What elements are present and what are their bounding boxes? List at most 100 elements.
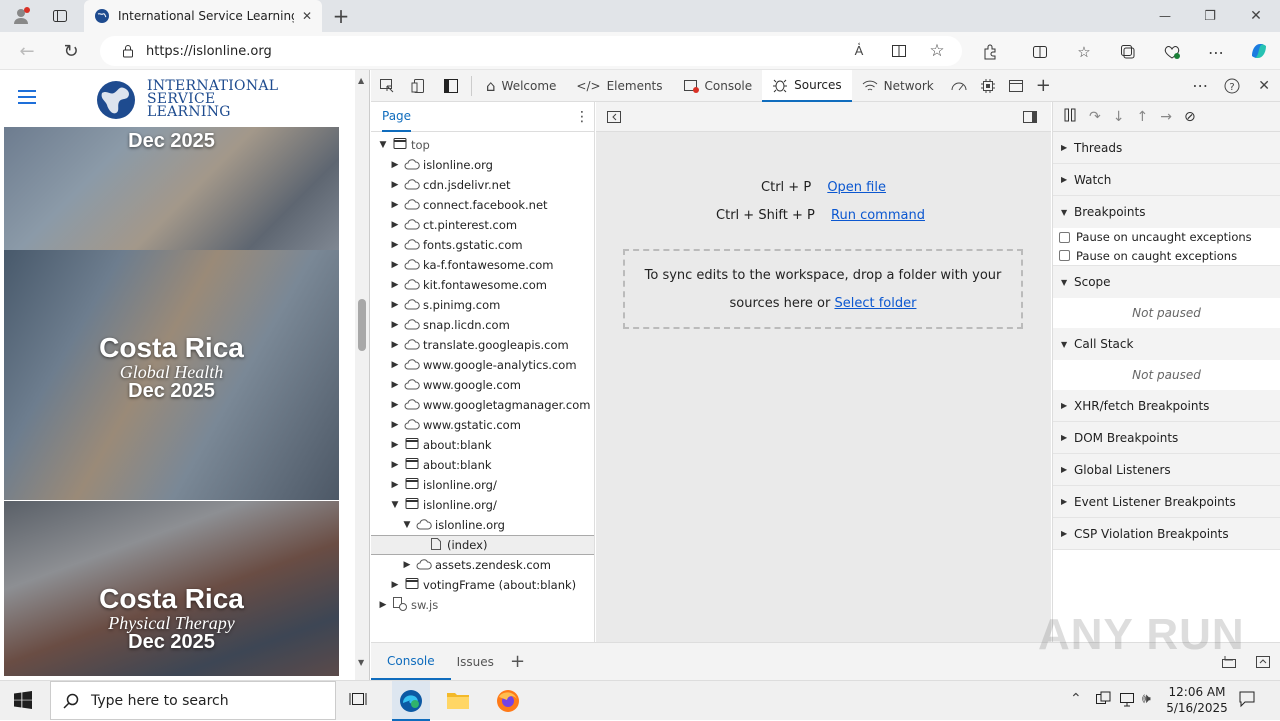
- section-threads[interactable]: ▶ Threads: [1053, 132, 1280, 164]
- inspect-element-icon[interactable]: [371, 70, 403, 102]
- volume-tray-icon[interactable]: 🕪: [1142, 691, 1151, 707]
- notifications-icon[interactable]: [1238, 690, 1256, 708]
- tree-item[interactable]: ▶ www.google.com: [371, 375, 594, 395]
- toggle-navigator-icon[interactable]: [606, 110, 622, 124]
- open-file-link[interactable]: Open file: [827, 180, 886, 195]
- expand-arrow-icon[interactable]: ▶: [389, 440, 401, 450]
- section-dom-breakpoints[interactable]: ▶ DOM Breakpoints: [1053, 422, 1280, 454]
- minimize-button[interactable]: —: [1155, 6, 1175, 26]
- tab-console[interactable]: Console: [673, 70, 763, 102]
- tree-item[interactable]: ▶ votingFrame (about:blank): [371, 575, 594, 595]
- checkbox-icon[interactable]: [1059, 250, 1070, 261]
- performance-icon[interactable]: [944, 70, 974, 102]
- expand-arrow-icon[interactable]: ▶: [389, 280, 401, 290]
- expand-arrow-icon[interactable]: ▶: [389, 220, 401, 230]
- tree-item[interactable]: ▶ www.google-analytics.com: [371, 355, 594, 375]
- step-over-icon[interactable]: ↷: [1089, 109, 1101, 125]
- help-icon[interactable]: ?: [1216, 70, 1248, 102]
- tree-item[interactable]: ▶ snap.licdn.com: [371, 315, 594, 335]
- tree-item[interactable]: ▶ s.pinimg.com: [371, 295, 594, 315]
- expand-arrow-icon[interactable]: ▶: [389, 300, 401, 310]
- page-scrollbar[interactable]: ▲ ▼: [355, 70, 369, 680]
- collapse-arrow-icon[interactable]: ▼: [377, 140, 389, 150]
- section-breakpoints[interactable]: ▼ Breakpoints: [1053, 196, 1280, 228]
- firefox-icon[interactable]: [496, 689, 520, 716]
- favorites-icon[interactable]: ☆: [1072, 40, 1096, 64]
- tree-item[interactable]: (index): [371, 535, 594, 555]
- section-xhr-breakpoints[interactable]: ▶ XHR/fetch Breakpoints: [1053, 390, 1280, 422]
- show-hidden-icons-chevron-icon[interactable]: ⌃: [1070, 691, 1082, 707]
- tree-item[interactable]: ▶ cdn.jsdelivr.net: [371, 175, 594, 195]
- more-tools-plus-icon[interactable]: +: [1030, 70, 1057, 102]
- close-tab-icon[interactable]: ✕: [302, 9, 312, 23]
- url-text[interactable]: https://islonline.org: [146, 44, 272, 59]
- collapse-arrow-icon[interactable]: ▼: [389, 500, 401, 510]
- tree-item[interactable]: ▶ ka-f.fontawesome.com: [371, 255, 594, 275]
- scrollbar-thumb[interactable]: [358, 299, 366, 351]
- tree-item[interactable]: ▶ sw.js: [371, 595, 594, 615]
- tree-item[interactable]: ▼ top: [371, 135, 594, 155]
- profile-avatar-icon[interactable]: [10, 6, 32, 26]
- expand-arrow-icon[interactable]: ▶: [389, 400, 401, 410]
- tree-item[interactable]: ▶ www.gstatic.com: [371, 415, 594, 435]
- section-event-listener-breakpoints[interactable]: ▶ Event Listener Breakpoints: [1053, 486, 1280, 518]
- pause-uncaught-checkbox[interactable]: Pause on uncaught exceptions: [1053, 228, 1280, 246]
- back-arrow-icon[interactable]: ←: [16, 40, 38, 62]
- memory-icon[interactable]: [974, 70, 1002, 102]
- taskbar-clock[interactable]: 12:06 AM 5/16/2025: [1162, 684, 1232, 716]
- run-command-link[interactable]: Run command: [831, 208, 925, 223]
- tab-actions-icon[interactable]: [50, 6, 70, 26]
- refresh-icon[interactable]: ↻: [60, 40, 82, 62]
- tree-item[interactable]: ▼ islonline.org: [371, 515, 594, 535]
- pause-caught-checkbox[interactable]: Pause on caught exceptions: [1053, 246, 1280, 266]
- maximize-button[interactable]: ❐: [1200, 6, 1220, 26]
- devtools-menu-icon[interactable]: ⋯: [1184, 70, 1216, 102]
- expand-arrow-icon[interactable]: ▶: [389, 180, 401, 190]
- read-aloud-icon[interactable]: A᷾: [848, 41, 870, 61]
- collapse-arrow-icon[interactable]: ▼: [401, 520, 413, 530]
- expand-arrow-icon[interactable]: ▶: [389, 460, 401, 470]
- section-global-listeners[interactable]: ▶ Global Listeners: [1053, 454, 1280, 486]
- active-browser-tab[interactable]: International Service Learning ✕: [84, 0, 322, 32]
- expand-arrow-icon[interactable]: ▶: [389, 320, 401, 330]
- close-window-button[interactable]: ✕: [1246, 6, 1266, 26]
- tree-item[interactable]: ▼ islonline.org/: [371, 495, 594, 515]
- section-scope[interactable]: ▼ Scope: [1053, 266, 1280, 298]
- section-watch[interactable]: ▶ Watch: [1053, 164, 1280, 196]
- expand-arrow-icon[interactable]: ▶: [389, 380, 401, 390]
- tab-page[interactable]: Page: [382, 102, 412, 132]
- hamburger-menu-icon[interactable]: [18, 90, 36, 104]
- step-icon[interactable]: →: [1160, 109, 1172, 125]
- navigator-menu-icon[interactable]: ⋮: [570, 109, 594, 125]
- split-screen-icon[interactable]: [1028, 40, 1052, 64]
- expand-arrow-icon[interactable]: ▶: [389, 200, 401, 210]
- close-drawer-icon[interactable]: [1246, 655, 1280, 669]
- tree-item[interactable]: ▶ kit.fontawesome.com: [371, 275, 594, 295]
- tree-item[interactable]: ▶ fonts.gstatic.com: [371, 235, 594, 255]
- extensions-icon[interactable]: [978, 40, 1002, 64]
- drawer-add-tab-icon[interactable]: +: [500, 651, 535, 672]
- windows-start-icon[interactable]: [14, 691, 32, 709]
- address-bar[interactable]: https://islonline.org: [100, 36, 962, 66]
- file-explorer-icon[interactable]: [446, 689, 470, 714]
- tab-network[interactable]: Network: [852, 70, 944, 102]
- lock-icon[interactable]: [122, 44, 134, 58]
- ethernet-tray-icon[interactable]: [1118, 691, 1136, 707]
- tree-item[interactable]: ▶ assets.zendesk.com: [371, 555, 594, 575]
- tree-item[interactable]: ▶ islonline.org: [371, 155, 594, 175]
- select-folder-link[interactable]: Select folder: [834, 296, 916, 311]
- expand-arrow-icon[interactable]: ▶: [389, 260, 401, 270]
- expand-arrow-icon[interactable]: ▶: [389, 240, 401, 250]
- drawer-tab-issues[interactable]: Issues: [451, 655, 500, 669]
- expand-arrow-icon[interactable]: ▶: [401, 560, 413, 570]
- new-tab-icon[interactable]: +: [330, 4, 352, 28]
- close-devtools-icon[interactable]: ✕: [1248, 70, 1280, 102]
- tree-item[interactable]: ▶ islonline.org/: [371, 475, 594, 495]
- trip-card[interactable]: Costa Rica Physical Therapy Dec 2025: [4, 501, 339, 676]
- deactivate-breakpoints-icon[interactable]: ⊘: [1184, 109, 1196, 125]
- taskbar-edge-app[interactable]: [392, 681, 430, 721]
- tree-item[interactable]: ▶ www.googletagmanager.com: [371, 395, 594, 415]
- settings-more-icon[interactable]: ⋯: [1204, 40, 1228, 64]
- expand-arrow-icon[interactable]: ▶: [389, 360, 401, 370]
- step-out-icon[interactable]: ↑: [1136, 109, 1148, 125]
